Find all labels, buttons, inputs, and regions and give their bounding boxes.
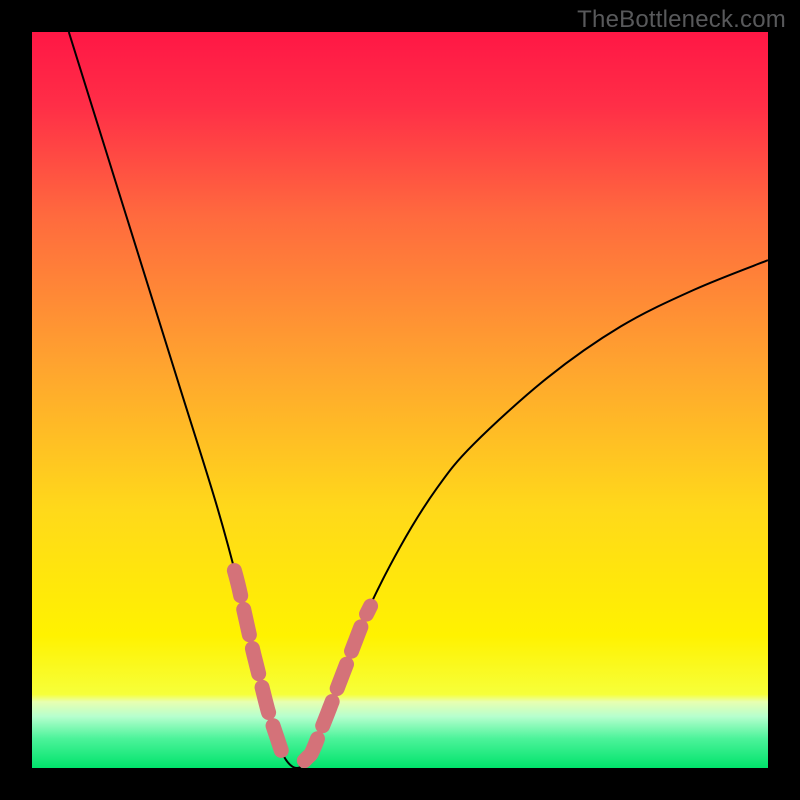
gradient-background — [32, 32, 768, 768]
chart-frame: TheBottleneck.com — [0, 0, 800, 800]
bottleneck-chart — [32, 32, 768, 768]
watermark-text: TheBottleneck.com — [577, 6, 786, 34]
